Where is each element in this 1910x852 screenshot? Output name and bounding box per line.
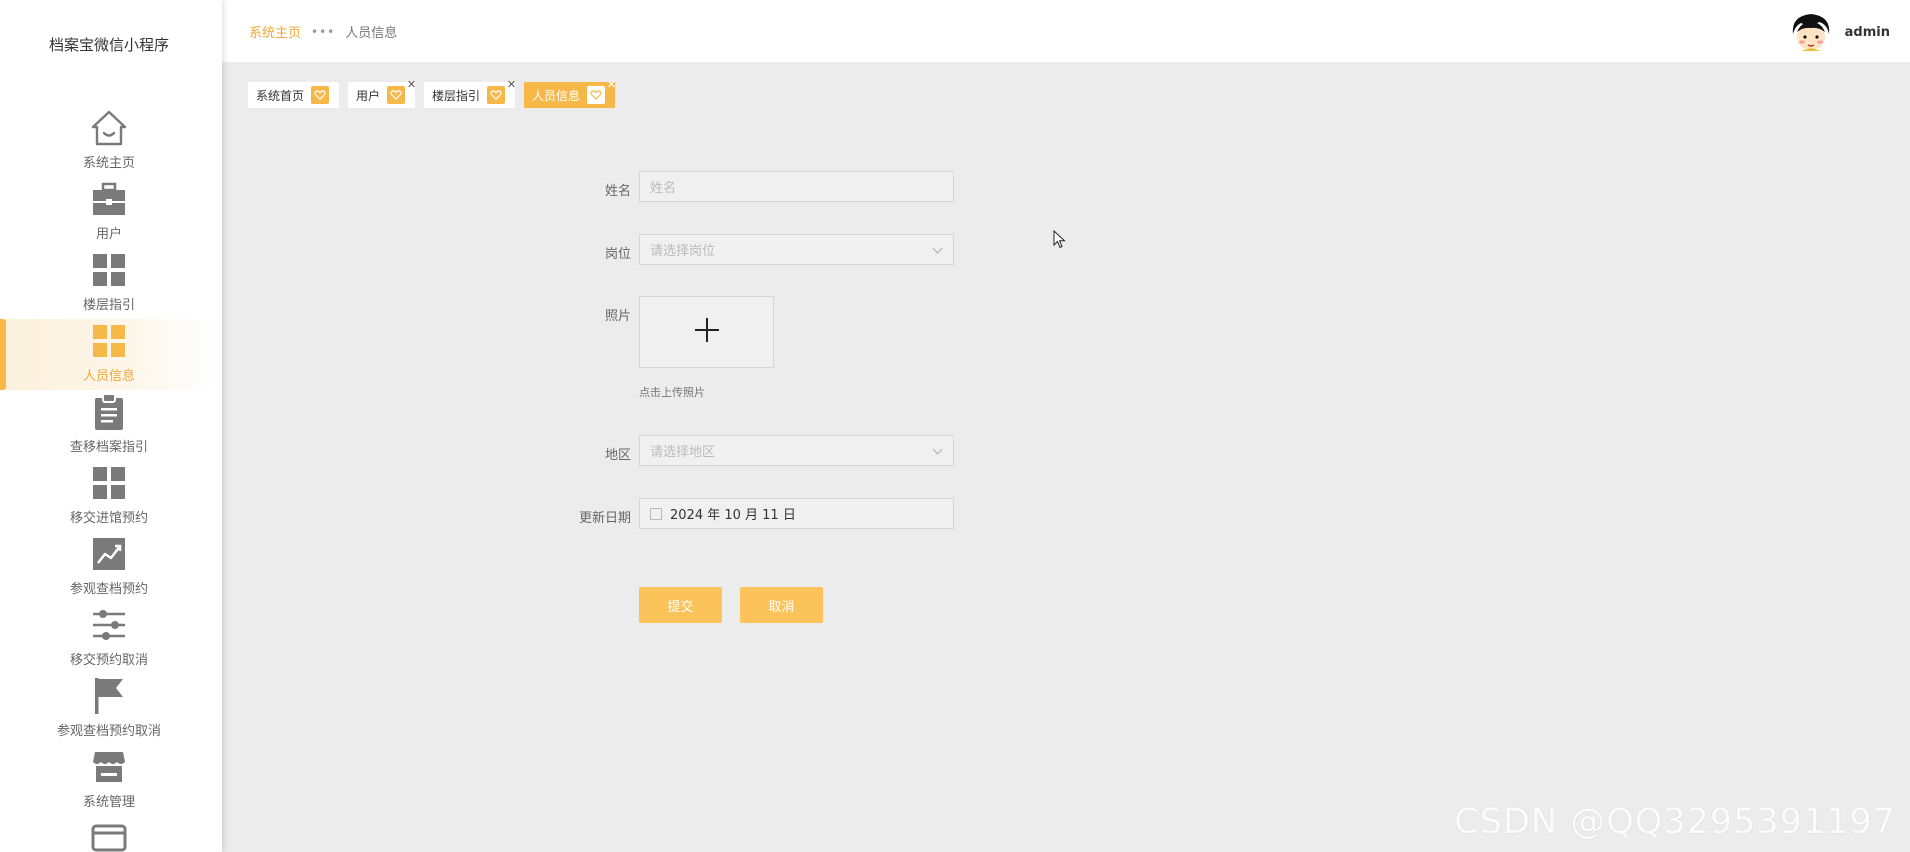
close-icon[interactable]: ✕ [507, 79, 516, 90]
breadcrumb-separator: ••• [311, 24, 336, 39]
briefcase-icon [87, 177, 131, 221]
update-date-value: 2024 年 10 月 11 日 [670, 508, 796, 523]
sidebar-item-label: 参观查档预约 [69, 582, 148, 597]
photo-upload-button[interactable] [639, 296, 774, 368]
tag-label: 人员信息 [532, 88, 581, 103]
photo-label: 照片 [604, 309, 631, 324]
cancel-button[interactable]: 取消 [740, 587, 823, 623]
update-date-label: 更新日期 [578, 511, 631, 526]
user-menu[interactable]: admin [1789, 10, 1890, 54]
sidebar-item-label: 移交预约取消 [69, 653, 148, 668]
sidebar-item-label: 楼层指引 [82, 298, 135, 313]
heart-icon [311, 86, 330, 104]
clipboard-icon [87, 390, 131, 434]
tag-system-home[interactable]: 系统首页 [248, 82, 340, 108]
tag-label: 用户 [356, 88, 381, 103]
plus-icon [693, 316, 721, 348]
mouse-cursor-icon [1053, 229, 1067, 254]
sidebar: 档案宝微信小程序 系统主页 用户 楼层指引 人员信息 查移档案指引 移交进馆预约… [0, 0, 222, 852]
app-title: 档案宝微信小程序 [48, 36, 169, 54]
sidebar-item-archive-guide[interactable]: 查移档案指引 [0, 390, 218, 461]
close-icon[interactable]: ✕ [607, 79, 616, 90]
tag-label: 系统首页 [256, 88, 305, 103]
sidebar-item-label: 参观查档预约取消 [56, 724, 161, 739]
home-icon [87, 106, 131, 150]
sidebar-item-label: 系统主页 [82, 156, 135, 171]
grid-icon [87, 461, 131, 505]
tag-bar: 系统首页 用户 ✕ 楼层指引 ✕ 人员信息 ✕ [248, 79, 616, 108]
tag-staff-info[interactable]: 人员信息 ✕ [524, 79, 616, 108]
position-select[interactable]: 请选择岗位 [639, 234, 954, 265]
username[interactable]: admin [1845, 25, 1890, 40]
region-select[interactable]: 请选择地区 [639, 435, 954, 466]
sidebar-item-system-admin[interactable]: 系统管理 [0, 745, 218, 816]
tag-label: 楼层指引 [432, 88, 481, 103]
calendar-icon [650, 507, 662, 520]
grid-icon [87, 248, 131, 292]
sidebar-item-label: 移交进馆预约 [69, 511, 148, 526]
chart-icon [87, 532, 131, 576]
breadcrumb-current: 人员信息 [345, 26, 398, 41]
sidebar-item-visit-cancel[interactable]: 参观查档预约取消 [0, 674, 218, 745]
heart-icon [387, 86, 406, 104]
avatar[interactable] [1789, 10, 1833, 54]
sidebar-item-label: 用户 [95, 227, 122, 242]
top-header: 系统主页 ••• 人员信息 admin [222, 0, 1910, 62]
region-placeholder: 请选择地区 [650, 445, 716, 460]
heart-icon [587, 86, 606, 104]
sidebar-item-home[interactable]: 系统主页 [0, 106, 218, 177]
update-date-picker[interactable]: 2024 年 10 月 11 日 [639, 498, 954, 529]
flag-icon [87, 674, 131, 718]
position-label: 岗位 [604, 247, 631, 262]
sidebar-item-transfer-booking[interactable]: 移交进馆预约 [0, 461, 218, 532]
sidebar-menu: 系统主页 用户 楼层指引 人员信息 查移档案指引 移交进馆预约 参观查档预约 移… [0, 106, 218, 852]
sidebar-item-visit-booking[interactable]: 参观查档预约 [0, 532, 218, 603]
name-placeholder: 姓名 [650, 181, 677, 196]
sidebar-item-staff-info[interactable]: 人员信息 [0, 319, 218, 390]
name-input[interactable]: 姓名 [639, 171, 954, 202]
grid-icon [87, 319, 131, 363]
card-icon [87, 816, 131, 852]
close-icon[interactable]: ✕ [407, 79, 416, 90]
name-label: 姓名 [604, 184, 631, 199]
watermark: CSDN @QQ3295391197 [1454, 802, 1896, 842]
sidebar-item-label: 系统管理 [82, 795, 135, 810]
sidebar-item-transfer-cancel[interactable]: 移交预约取消 [0, 603, 218, 674]
heart-icon [487, 86, 506, 104]
submit-button[interactable]: 提交 [639, 587, 722, 623]
position-placeholder: 请选择岗位 [650, 244, 716, 259]
sidebar-item-label: 查移档案指引 [69, 440, 148, 455]
tag-users[interactable]: 用户 ✕ [348, 79, 416, 108]
sidebar-item-more[interactable] [0, 816, 218, 852]
sliders-icon [87, 603, 131, 647]
breadcrumb-home-link[interactable]: 系统主页 [249, 22, 301, 41]
sidebar-item-floor-guide[interactable]: 楼层指引 [0, 248, 218, 319]
region-label: 地区 [604, 448, 631, 463]
store-icon [87, 745, 131, 789]
breadcrumb: 系统主页 ••• 人员信息 [249, 22, 398, 42]
tag-floor-guide[interactable]: 楼层指引 ✕ [424, 79, 516, 108]
sidebar-item-label: 人员信息 [82, 369, 135, 384]
photo-upload-hint: 点击上传照片 [639, 386, 705, 399]
sidebar-item-users[interactable]: 用户 [0, 177, 218, 248]
